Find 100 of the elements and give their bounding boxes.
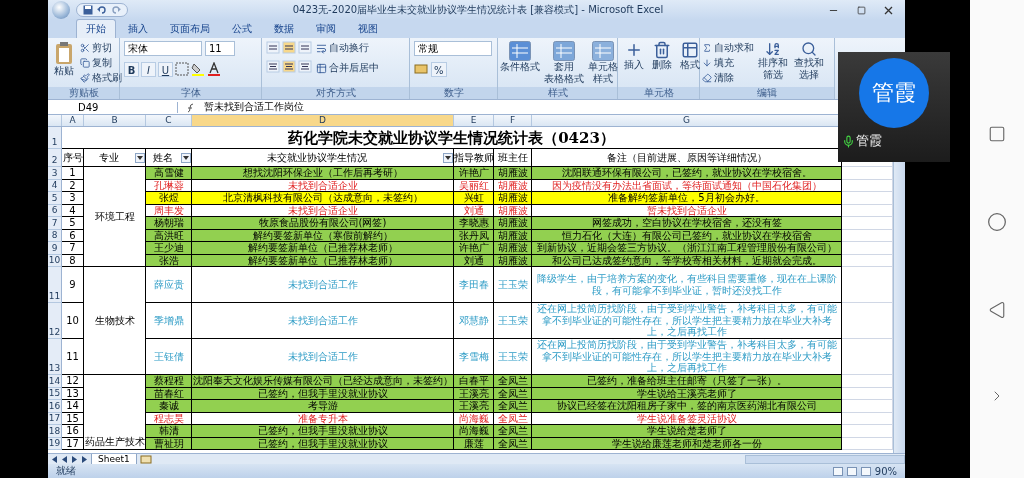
number-format-field[interactable]: 常规 xyxy=(414,41,492,56)
row-header[interactable]: 11 xyxy=(48,267,62,303)
eraser-icon xyxy=(702,73,712,83)
column-header[interactable]: E xyxy=(454,115,494,126)
editing-button[interactable]: 填充 xyxy=(702,56,754,70)
ribbon-tab[interactable]: 插入 xyxy=(118,19,158,38)
filter-button[interactable] xyxy=(181,152,191,163)
home-icon[interactable] xyxy=(987,211,1007,232)
percent-button[interactable]: % xyxy=(431,62,447,77)
align-icon[interactable] xyxy=(266,60,280,73)
font-size-field[interactable]: 11 xyxy=(205,41,235,56)
format-button[interactable]: B xyxy=(124,62,139,77)
style-button[interactable]: 单元格 样式 xyxy=(586,41,620,85)
table-style-icon[interactable] xyxy=(553,41,575,61)
clipboard-button[interactable]: 复制 xyxy=(80,56,122,70)
font-color-icon[interactable] xyxy=(207,62,221,76)
clipboard-button[interactable]: 剪切 xyxy=(80,41,122,55)
editing-button[interactable]: 排序和 筛选 xyxy=(756,41,790,81)
style-button[interactable]: 套用 表格格式 xyxy=(542,41,586,85)
paste-button[interactable]: 粘贴 xyxy=(52,41,76,77)
undo-icon[interactable] xyxy=(97,5,107,15)
fill-color-icon[interactable] xyxy=(191,62,205,76)
advisor-cell: 李晓惠 xyxy=(454,217,494,230)
table-style-icon[interactable] xyxy=(509,41,531,61)
row-header[interactable]: 12 xyxy=(48,303,62,339)
ribbon-tab[interactable]: 审阅 xyxy=(306,19,346,38)
row-header[interactable]: 3 xyxy=(48,167,62,180)
editing-button[interactable]: 查找和 选择 xyxy=(792,41,826,81)
column-header[interactable]: A xyxy=(62,115,84,126)
clipboard-button[interactable]: 格式刷 xyxy=(80,71,122,85)
editing-button[interactable]: 清除 xyxy=(702,71,754,85)
font-name-field[interactable]: 宋体 xyxy=(124,41,202,56)
filter-button[interactable] xyxy=(443,152,453,163)
caret-icon xyxy=(183,155,189,160)
column-header[interactable]: F xyxy=(494,115,532,126)
editing-button[interactable]: 自动求和 xyxy=(702,41,754,55)
ribbon-tab[interactable]: 公式 xyxy=(222,19,262,38)
save-icon[interactable] xyxy=(83,5,93,15)
window-title: 0423无-2020届毕业生未交就业协议学生情况统计表 [兼容模式] - Microsoft Excel xyxy=(291,3,665,17)
number-cell: 10 xyxy=(62,303,84,339)
table-style-icon[interactable] xyxy=(592,41,614,61)
header-text: 未交就业协议学生情况 xyxy=(265,151,368,164)
ribbon-tab[interactable]: 数据 xyxy=(264,19,304,38)
number-cell: 7 xyxy=(62,242,84,255)
advisor-cell: 白春平 xyxy=(454,375,494,388)
restore-icon[interactable] xyxy=(857,5,866,15)
search-icon xyxy=(801,41,817,57)
row-header[interactable]: 13 xyxy=(48,339,62,375)
cells-button[interactable]: 插入 xyxy=(622,41,646,71)
formula-field[interactable]: 暂未找到合适工作岗位 xyxy=(204,100,304,114)
zoom-level[interactable]: 90% xyxy=(874,465,897,477)
row-header[interactable]: 7 xyxy=(48,217,62,230)
microphone-icon xyxy=(842,134,855,148)
teacher-cell: 全凤兰 xyxy=(494,400,532,413)
status-cell: 北京清枫科技有限公司（达成意向，未签约） xyxy=(192,192,454,205)
row-header[interactable]: 16 xyxy=(48,400,62,413)
page-layout-icon[interactable] xyxy=(846,466,857,476)
number-cell: 16 xyxy=(62,425,84,438)
merge-center-button[interactable]: 合并后居中 xyxy=(316,61,379,75)
row-header[interactable]: 18 xyxy=(48,425,62,438)
back-icon[interactable] xyxy=(988,300,1006,319)
row-header[interactable]: 2 xyxy=(48,149,62,167)
close-icon[interactable] xyxy=(884,5,893,15)
ribbon-tab[interactable]: 视图 xyxy=(348,19,388,38)
teacher-cell: 王玉荣 xyxy=(494,303,532,339)
major-cell: 环境工程 xyxy=(94,209,135,224)
ribbon-tab[interactable]: 页面布局 xyxy=(160,19,220,38)
row-header[interactable]: 9 xyxy=(48,242,62,255)
teacher-cell: 胡雁波 xyxy=(494,242,532,255)
group-label: 字体 xyxy=(120,87,261,99)
filter-button[interactable] xyxy=(135,152,145,163)
teacher-cell: 全凤兰 xyxy=(494,425,532,438)
page-break-icon[interactable] xyxy=(860,466,871,476)
sort-icon xyxy=(765,41,781,57)
row-header[interactable]: 5 xyxy=(48,192,62,205)
column-header[interactable]: D xyxy=(192,115,454,126)
number-cell: 3 xyxy=(62,192,84,205)
recent-apps-icon[interactable] xyxy=(988,124,1006,143)
format-button[interactable]: U xyxy=(158,62,173,77)
row-header[interactable]: 14 xyxy=(48,375,62,388)
name-box[interactable]: D49 xyxy=(48,101,178,113)
ribbon-tab[interactable]: 开始 xyxy=(76,19,116,38)
row-header[interactable]: 1 xyxy=(48,127,62,149)
wrap-text-button[interactable]: 自动换行 xyxy=(316,41,379,55)
cells-button[interactable]: 删除 xyxy=(650,41,674,71)
cells-button[interactable]: 格式 xyxy=(678,41,702,71)
teacher-cell: 全凤兰 xyxy=(494,375,532,388)
insert-sheet-icon[interactable] xyxy=(139,454,152,464)
align-icon[interactable] xyxy=(298,60,312,73)
normal-view-icon[interactable] xyxy=(832,466,843,476)
horizontal-scrollbar[interactable] xyxy=(744,454,905,464)
column-header[interactable]: B xyxy=(84,115,146,126)
align-icon[interactable] xyxy=(282,60,296,73)
format-button[interactable]: I xyxy=(141,62,156,77)
style-button[interactable]: 条件格式 xyxy=(498,41,542,73)
plus-icon xyxy=(625,41,643,59)
scissors-icon xyxy=(80,43,90,53)
number-cell: 5 xyxy=(62,217,84,230)
group-label: 单元格 xyxy=(618,87,699,99)
advisor-cell: 许艳广 xyxy=(454,167,494,180)
